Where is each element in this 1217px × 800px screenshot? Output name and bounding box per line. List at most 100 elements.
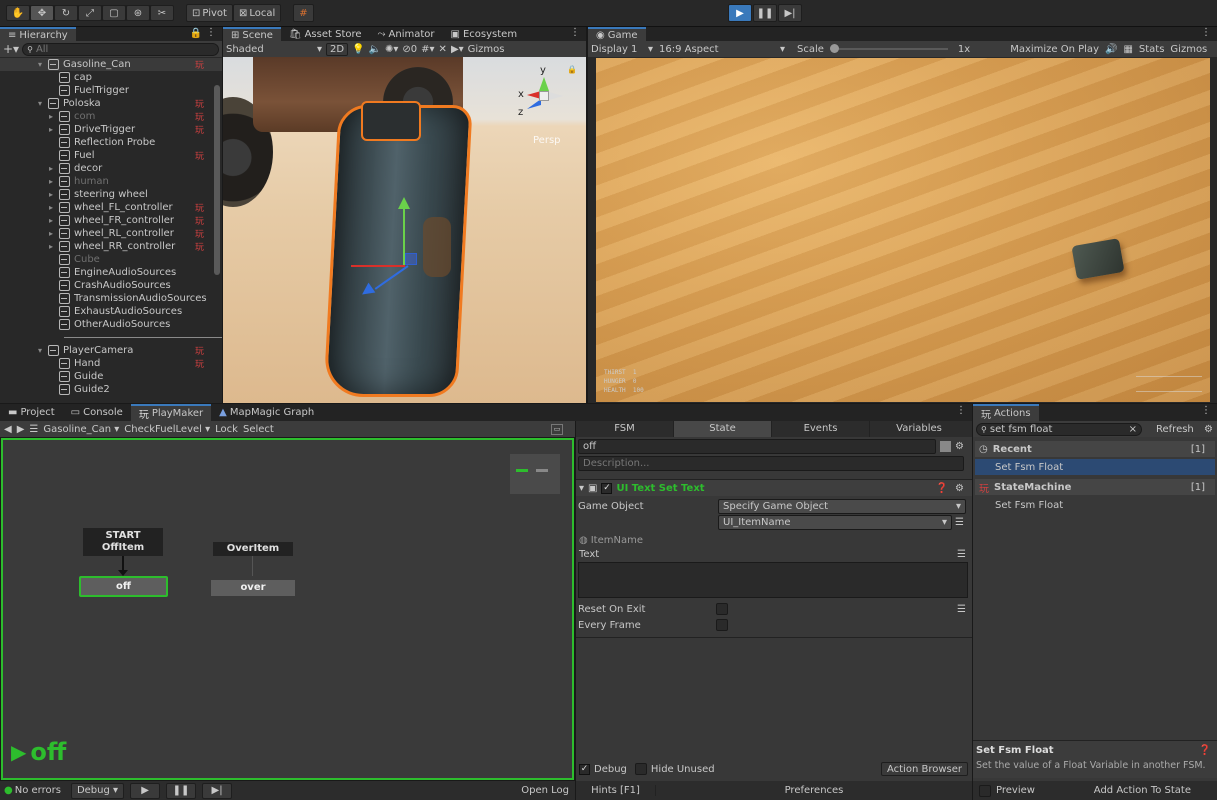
debug-checkbox[interactable]: ✓ [579, 763, 590, 775]
shading-dropdown[interactable]: Shaded ▾ [226, 44, 322, 55]
expand-arrow-icon[interactable]: ▾ [38, 99, 48, 108]
expand-arrow-icon[interactable]: ▸ [49, 164, 59, 173]
tab-state[interactable]: State [674, 421, 772, 437]
fsm-dropdown[interactable]: CheckFuelLevel ▾ [124, 424, 210, 435]
move-gizmo-plane[interactable] [405, 253, 417, 265]
aspect-dropdown[interactable]: 16:9 Aspect ▾ [659, 44, 785, 55]
display-dropdown[interactable]: Display 1 ▾ [591, 44, 653, 55]
mute-icon[interactable]: 🔊 [1105, 44, 1117, 55]
expand-arrow-icon[interactable]: ▸ [49, 229, 59, 238]
kebab-menu-icon[interactable]: ⋮ [956, 405, 966, 416]
text-area[interactable] [578, 562, 968, 598]
game-object-dropdown[interactable]: Specify Game Object ▾ [718, 498, 966, 514]
hierarchy-item[interactable]: ▸ DriveTrigger 玩 [0, 123, 222, 136]
hierarchy-item[interactable]: ▸ com 玩 [0, 110, 222, 123]
game-viewport[interactable]: THIRST 1 HUNGER 0 HEALTH 100 [596, 58, 1210, 402]
grid-toggle-icon[interactable]: #▾ [421, 44, 434, 55]
tab-variables[interactable]: Variables [870, 421, 968, 437]
hierarchy-item[interactable]: ▸ wheel_FR_controller 玩 [0, 214, 222, 227]
transform-tool-icon[interactable]: ⊛ [126, 5, 150, 21]
actions-search-input[interactable]: ⚲ set fsm float × [976, 422, 1142, 436]
add-action-button[interactable]: Add Action To State [1094, 785, 1191, 796]
preferences-button[interactable]: Preferences [656, 785, 972, 796]
state-color-swatch[interactable] [940, 441, 951, 452]
rotate-tool-icon[interactable]: ↻ [54, 5, 78, 21]
step-button[interactable]: ▶| [778, 4, 802, 22]
move-gizmo-x[interactable] [351, 265, 405, 267]
fsm-graph-canvas[interactable]: START OffItem off OverItem over ▶ off [1, 438, 574, 780]
hierarchy-item[interactable]: Fuel 玩 [0, 149, 222, 162]
close-icon[interactable]: × [1129, 424, 1137, 435]
minimap-toggle-icon[interactable]: ▭ [551, 423, 563, 435]
select-button[interactable]: Select [243, 424, 274, 435]
gizmos-dropdown[interactable]: Gizmos [1170, 44, 1207, 55]
orientation-gizmo[interactable]: y x z [515, 65, 575, 121]
expand-arrow-icon[interactable]: ▸ [49, 190, 59, 199]
fsm-state-over[interactable]: over [211, 580, 295, 596]
hierarchy-item[interactable]: ExhaustAudioSources [0, 305, 222, 318]
hierarchy-item[interactable]: ▾ PlayerCamera 玩 [0, 344, 222, 357]
debug-step-button[interactable]: ▶| [202, 782, 233, 799]
maximize-on-play[interactable]: Maximize On Play [1010, 44, 1099, 55]
open-log-button[interactable]: Open Log [521, 785, 569, 796]
move-tool-icon[interactable]: ✥ [30, 5, 54, 21]
gizmos-dropdown[interactable]: Gizmos [468, 44, 505, 55]
hand-tool-icon[interactable]: ✋ [6, 5, 30, 21]
add-object-button[interactable]: +▾ [3, 42, 19, 56]
scale-slider-handle[interactable] [829, 44, 839, 53]
debug-pause-button[interactable]: ❚❚ [166, 782, 197, 799]
expand-arrow-icon[interactable]: ▸ [49, 203, 59, 212]
expand-arrow-icon[interactable]: ▾ [38, 346, 48, 355]
scale-slider[interactable] [829, 44, 948, 54]
hierarchy-item[interactable]: EngineAudioSources [0, 266, 222, 279]
hierarchy-item[interactable]: Cube [0, 253, 222, 266]
tab-ecosystem[interactable]: ▣ Ecosystem [443, 27, 526, 41]
hierarchy-separator[interactable] [0, 331, 222, 344]
hierarchy-search[interactable]: ⚲ All [22, 42, 219, 56]
tab-hierarchy[interactable]: ≡ Hierarchy [0, 27, 76, 41]
hide-unused-checkbox[interactable] [634, 763, 647, 775]
expand-arrow-icon[interactable]: ▸ [49, 112, 59, 121]
expand-arrow-icon[interactable]: ▸ [49, 242, 59, 251]
kebab-menu-icon[interactable]: ⋮ [570, 27, 580, 38]
gear-icon[interactable]: ⚙ [955, 441, 964, 452]
action-item-statemachine[interactable]: Set Fsm Float [975, 497, 1215, 513]
tab-game[interactable]: ◉ Game [588, 27, 646, 41]
scale-tool-icon[interactable]: ⤢ [78, 5, 102, 21]
gear-icon[interactable]: ⚙ [1204, 424, 1213, 435]
hierarchy-item[interactable]: TransmissionAudioSources [0, 292, 222, 305]
tab-actions[interactable]: 玩 Actions [973, 404, 1039, 421]
category-recent[interactable]: ◷ Recent [1] [975, 441, 1215, 457]
hierarchy-item[interactable]: OtherAudioSources [0, 318, 222, 331]
kebab-menu-icon[interactable]: ⋮ [1201, 405, 1211, 416]
tab-fsm[interactable]: FSM [576, 421, 674, 437]
expand-arrow-icon[interactable]: ▸ [49, 216, 59, 225]
variable-toggle-icon[interactable]: ☰ [955, 517, 964, 528]
state-name-input[interactable]: off [578, 439, 936, 454]
category-statemachine[interactable]: 玩 StateMachine [1] [975, 479, 1215, 495]
preview-checkbox[interactable] [979, 784, 991, 797]
local-toggle[interactable]: ⊠ Local [232, 4, 282, 22]
audio-icon[interactable]: 🔈 [369, 44, 381, 55]
help-icon[interactable]: ❓ [936, 483, 948, 494]
every-frame-checkbox[interactable] [716, 619, 728, 631]
variable-toggle-icon[interactable]: ☰ [957, 604, 966, 615]
hierarchy-item[interactable]: cap [0, 71, 222, 84]
hierarchy-item[interactable]: ▸ human [0, 175, 222, 188]
debug-dropdown[interactable]: Debug ▾ [70, 782, 125, 799]
expand-arrow-icon[interactable]: ▾ [38, 60, 48, 69]
tab-asset-store[interactable]: 🛍 Asset Store [281, 27, 370, 41]
debug-play-button[interactable]: ▶ [130, 782, 161, 799]
help-icon[interactable]: ❓ [1199, 745, 1211, 756]
variable-toggle-icon[interactable]: ☰ [957, 549, 966, 560]
hierarchy-item[interactable]: ▸ wheel_FL_controller 玩 [0, 201, 222, 214]
hierarchy-item[interactable]: ▸ wheel_RR_controller 玩 [0, 240, 222, 253]
lighting-icon[interactable]: 💡 [352, 44, 364, 55]
expand-arrow-icon[interactable]: ▸ [49, 177, 59, 186]
lock-icon[interactable]: 🔒 [190, 28, 202, 39]
gizmo-lock-icon[interactable]: 🔒 [567, 65, 577, 74]
menu-icon[interactable]: ☰ [29, 424, 38, 435]
hierarchy-item[interactable]: CrashAudioSources [0, 279, 222, 292]
mode-2d-toggle[interactable]: 2D [326, 42, 349, 56]
rect-tool-icon[interactable]: ▢ [102, 5, 126, 21]
